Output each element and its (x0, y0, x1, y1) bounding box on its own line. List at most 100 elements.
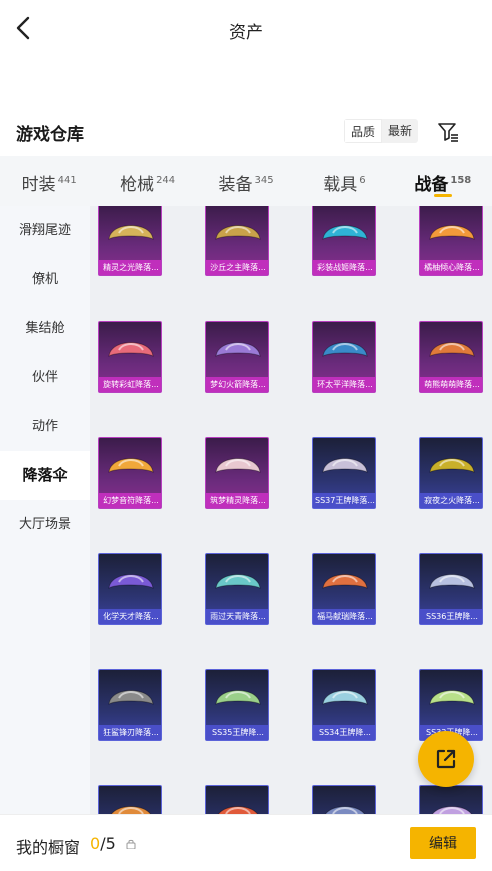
parachute-icon (429, 458, 475, 473)
parachute-icon (322, 690, 368, 705)
tab-label: 时装 (21, 175, 56, 195)
parachute-icon (431, 806, 473, 814)
item-label: 萌熊萌萌降落... (420, 377, 482, 392)
share-button[interactable] (418, 731, 474, 787)
parachute-item[interactable]: 幻梦音符降落... (98, 437, 162, 509)
item-label: 狂鲨锋刃降落... (99, 725, 161, 740)
tab-label: 载具 (323, 175, 358, 195)
item-label: 彩装战姬降落... (313, 260, 375, 275)
sidebar-item-glide-trail[interactable]: 滑翔尾迹 (0, 206, 90, 255)
item-label: SS37王牌降落... (313, 493, 375, 508)
parachute-icon (215, 225, 261, 240)
parachute-icon (322, 342, 368, 357)
item-label: SS34王牌降... (313, 725, 375, 740)
parachute-icon (108, 342, 154, 357)
active-tab-indicator (433, 194, 452, 197)
parachute-icon (322, 574, 368, 589)
tab-count: 158 (450, 175, 472, 186)
showcase-label: 我的橱窗 (16, 838, 81, 857)
warehouse-header: 游戏仓库 品质 最新 (0, 112, 492, 154)
parachute-item[interactable]: 旋转彩虹降落... (98, 321, 162, 393)
tab-fashion[interactable]: 时装 441 (0, 156, 98, 206)
parachute-item[interactable]: SS35王牌降... (205, 669, 269, 741)
parachute-item[interactable]: 梦幻火箭降落... (205, 321, 269, 393)
tab-count: 345 (254, 175, 274, 186)
parachute-item[interactable] (98, 785, 162, 814)
parachute-icon (215, 342, 261, 357)
sidebar-item-parachute[interactable]: 降落伞 (0, 451, 90, 500)
item-label: 雨过天青降落... (206, 609, 268, 624)
parachute-icon (108, 225, 154, 240)
parachute-icon (322, 225, 368, 240)
parachute-item[interactable]: 雨过天青降落... (205, 553, 269, 625)
parachute-icon (215, 690, 261, 705)
item-label: 化学天才降落... (99, 609, 161, 624)
parachute-item[interactable]: 化学天才降落... (98, 553, 162, 625)
item-label: 梦幻火箭降落... (206, 377, 268, 392)
parachute-item[interactable]: 沙丘之主降落... (205, 206, 269, 276)
parachute-item[interactable]: 萌熊萌萌降落... (419, 321, 483, 393)
sidebar-item-lobby-scene[interactable]: 大厅场景 (0, 500, 90, 549)
parachute-item[interactable]: SS34王牌降... (312, 669, 376, 741)
top-bar: 资产 (0, 0, 492, 58)
tab-count: 244 (156, 175, 176, 186)
tab-count: 6 (359, 175, 366, 186)
showcase-count-total: /5 (100, 834, 116, 853)
edit-button[interactable]: 编辑 (410, 827, 476, 859)
parachute-item[interactable]: 橘柚倾心降落... (419, 206, 483, 276)
parachute-icon (429, 225, 475, 240)
page-title: 资产 (229, 23, 263, 43)
parachute-icon (324, 806, 366, 814)
item-label: 幻梦音符降落... (99, 493, 161, 508)
parachute-item[interactable]: SS36王牌降... (419, 553, 483, 625)
parachute-item[interactable]: SS37王牌降落... (312, 437, 376, 509)
item-label: 筑梦精灵降落... (206, 493, 268, 508)
parachute-item[interactable]: 筑梦精灵降落... (205, 437, 269, 509)
tab-battle-gear[interactable]: 战备 158 (394, 156, 492, 206)
tab-label: 装备 (218, 175, 253, 195)
item-label: 环太平洋降落... (313, 377, 375, 392)
tab-label: 枪械 (120, 175, 155, 195)
sort-quality-button[interactable]: 品质 (344, 119, 383, 143)
parachute-item[interactable] (205, 785, 269, 814)
parachute-icon (429, 574, 475, 589)
parachute-item[interactable]: 彩装战姬降落... (312, 206, 376, 276)
showcase-count-current: 0 (90, 834, 101, 853)
lock-icon (126, 839, 136, 849)
parachute-item[interactable] (312, 785, 376, 814)
tab-vehicles[interactable]: 载具 6 (295, 156, 393, 206)
item-label: 沙丘之主降落... (206, 260, 268, 275)
sidebar-item-emote[interactable]: 动作 (0, 402, 90, 451)
sort-toggle: 品质 最新 (344, 119, 419, 143)
parachute-icon (108, 574, 154, 589)
sidebar-item-wingman[interactable]: 僚机 (0, 255, 90, 304)
sidebar: 滑翔尾迹 僚机 集结舱 伙伴 动作 降落伞 大厅场景 (0, 206, 90, 814)
parachute-item[interactable]: 狂鲨锋刃降落... (98, 669, 162, 741)
item-label: 精灵之光降落... (99, 260, 161, 275)
filter-icon[interactable] (436, 120, 460, 144)
bottom-bar: 我的橱窗 0/5 编辑 (0, 814, 492, 871)
parachute-item[interactable] (419, 785, 483, 814)
parachute-icon (217, 806, 259, 814)
parachute-icon (110, 806, 152, 814)
sort-latest-button[interactable]: 最新 (382, 119, 418, 143)
item-label: SS36王牌降... (420, 609, 482, 624)
tab-equipment[interactable]: 装备 345 (197, 156, 295, 206)
parachute-item[interactable]: SS33王牌降... (419, 669, 483, 741)
parachute-icon (108, 458, 154, 473)
parachute-icon (429, 342, 475, 357)
parachute-item[interactable]: 寂夜之火降落... (419, 437, 483, 509)
sidebar-item-companion[interactable]: 伙伴 (0, 353, 90, 402)
parachute-icon (215, 574, 261, 589)
showcase-count: 0/5 (90, 834, 116, 853)
item-grid: 精灵之光降落... 沙丘之主降落... 彩装战姬降落... 橘柚倾心降落... 旋转彩虹… (90, 206, 492, 814)
parachute-item[interactable]: 福马献瑞降落... (312, 553, 376, 625)
tab-weapons[interactable]: 枪械 244 (98, 156, 196, 206)
external-link-icon (436, 749, 456, 769)
item-label: SS35王牌降... (206, 725, 268, 740)
parachute-item[interactable]: 精灵之光降落... (98, 206, 162, 276)
parachute-item[interactable]: 环太平洋降落... (312, 321, 376, 393)
item-label: 旋转彩虹降落... (99, 377, 161, 392)
sidebar-item-assembly-pod[interactable]: 集结舱 (0, 304, 90, 353)
item-label: 橘柚倾心降落... (420, 260, 482, 275)
